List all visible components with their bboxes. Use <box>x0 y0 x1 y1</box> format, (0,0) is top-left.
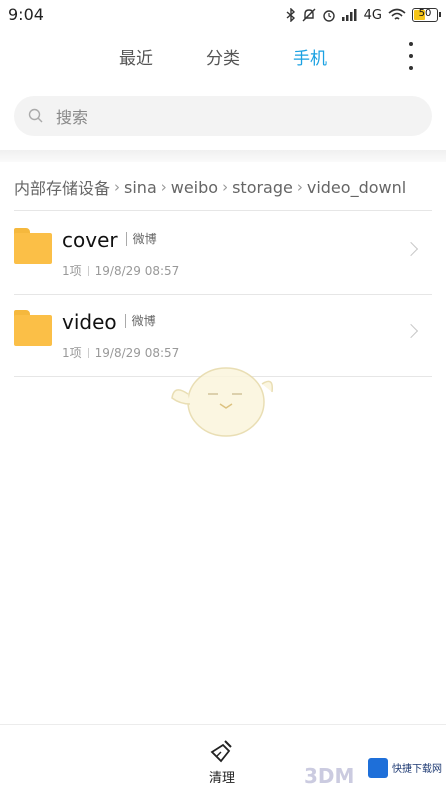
battery-level: 50 <box>418 8 432 19</box>
folder-count: 1项 <box>62 264 82 278</box>
breadcrumb-item-storage[interactable]: 内部存储设备 <box>14 176 110 198</box>
breadcrumb-item-sina[interactable]: sina <box>124 178 157 197</box>
folder-count: 1项 <box>62 346 82 360</box>
more-menu-icon[interactable] <box>406 42 416 70</box>
list-item[interactable]: cover 微博 1项 19/8/29 08:57 <box>0 212 446 294</box>
folder-meta: 1项 19/8/29 08:57 <box>62 344 179 361</box>
folder-name: video <box>62 310 117 334</box>
divider <box>14 210 432 211</box>
breadcrumb-item-storage-dir[interactable]: storage <box>232 178 293 197</box>
network-type: 4G <box>363 7 382 23</box>
folder-name-row: video 微博 <box>62 310 156 334</box>
mascot-watermark <box>171 367 274 437</box>
folder-icon <box>14 310 52 346</box>
chevron-right-icon: › <box>222 178 229 196</box>
clean-label: 清理 <box>208 771 235 786</box>
status-bar: 9:04 4G 50 <box>0 0 446 30</box>
chevron-right-icon: › <box>296 178 303 196</box>
watermark-logo <box>368 758 388 778</box>
watermark-site: 快捷下载网 <box>392 764 442 775</box>
battery-icon: 50 <box>412 8 441 22</box>
folder-meta: 1项 19/8/29 08:57 <box>62 262 179 279</box>
tab-category[interactable]: 分类 <box>206 44 240 69</box>
folder-tag: 微博 <box>125 232 157 246</box>
tab-phone[interactable]: 手机 <box>293 44 327 69</box>
broom-icon <box>210 740 232 763</box>
chevron-right-icon: › <box>114 178 121 196</box>
search-box[interactable] <box>14 96 432 136</box>
section-separator <box>0 150 446 162</box>
breadcrumb: 内部存储设备 › sina › weibo › storage › video_… <box>14 176 446 199</box>
search-icon <box>28 108 43 123</box>
mute-icon <box>302 8 316 22</box>
status-icons: 4G 50 <box>286 6 441 24</box>
tab-recent[interactable]: 最近 <box>119 44 153 69</box>
bluetooth-icon <box>286 8 295 22</box>
breadcrumb-item-weibo[interactable]: weibo <box>171 178 218 197</box>
folder-date: 19/8/29 08:57 <box>94 346 180 360</box>
search-input[interactable] <box>54 104 418 130</box>
wifi-icon <box>388 8 406 20</box>
folder-date: 19/8/29 08:57 <box>94 264 180 278</box>
breadcrumb-item-current[interactable]: video_downl <box>307 178 406 197</box>
chevron-right-icon <box>403 323 419 339</box>
watermark-brand: 3DM <box>304 764 355 788</box>
chevron-right-icon: › <box>160 178 167 196</box>
alarm-icon <box>322 10 335 22</box>
folder-tag: 微博 <box>124 314 156 328</box>
clean-button[interactable]: 清理 <box>196 739 248 791</box>
folder-name: cover <box>62 228 118 252</box>
folder-icon <box>14 228 52 264</box>
top-tabs: 最近 分类 手机 <box>0 36 446 76</box>
status-time: 9:04 <box>8 5 44 24</box>
folder-name-row: cover 微博 <box>62 228 157 252</box>
signal-icon <box>341 9 357 21</box>
chevron-right-icon <box>403 241 419 257</box>
